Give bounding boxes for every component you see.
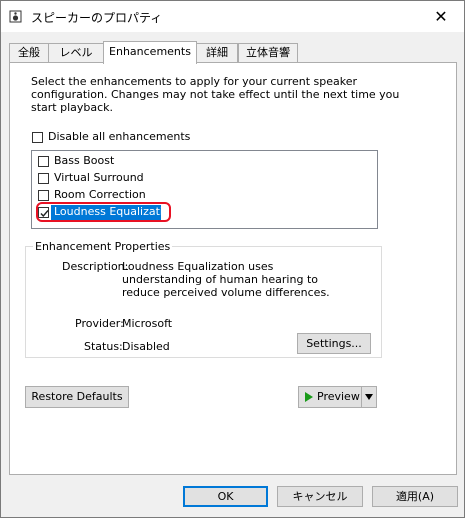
chevron-down-icon — [365, 394, 373, 400]
room-correction-checkbox[interactable] — [38, 190, 49, 201]
tab-spatial-sound[interactable]: 立体音響 — [238, 43, 298, 62]
status-value: Disabled — [122, 340, 170, 353]
play-icon — [305, 392, 313, 402]
ok-button[interactable]: OK — [183, 486, 268, 507]
preview-button[interactable]: Preview — [298, 386, 362, 408]
tab-general[interactable]: 全般 — [9, 43, 49, 62]
virtual-surround-checkbox[interactable] — [38, 173, 49, 184]
preview-dropdown-button[interactable] — [361, 386, 377, 408]
apply-button[interactable]: 適用(A) — [372, 486, 458, 507]
tab-enhancements[interactable]: Enhancements — [103, 41, 197, 64]
close-button[interactable]: ✕ — [418, 1, 464, 32]
bass-boost-checkbox[interactable] — [38, 156, 49, 167]
speaker-icon — [9, 10, 22, 23]
description-value: Loudness Equalization uses understanding… — [122, 260, 330, 299]
enhancements-panel: Select the enhancements to apply for you… — [9, 62, 457, 475]
disable-all-label[interactable]: Disable all enhancements — [48, 130, 190, 143]
tab-strip: 全般 レベル Enhancements 詳細 立体音響 — [9, 41, 458, 64]
list-item-bass-boost[interactable]: Bass Boost — [54, 154, 114, 167]
restore-defaults-button[interactable]: Restore Defaults — [25, 386, 129, 408]
provider-label: Provider: — [75, 317, 124, 330]
cancel-button[interactable]: キャンセル — [277, 486, 363, 507]
window-title: スピーカーのプロパティ — [31, 11, 163, 25]
disable-all-checkbox[interactable] — [32, 132, 43, 143]
tab-advanced[interactable]: 詳細 — [196, 43, 238, 62]
status-label: Status: — [84, 340, 123, 353]
enhancements-list[interactable]: Bass Boost Virtual Surround Room Correct… — [31, 150, 378, 229]
provider-value: Microsoft — [122, 317, 173, 330]
annotation-highlight-ring — [36, 202, 171, 222]
enhancements-description: Select the enhancements to apply for you… — [31, 75, 400, 114]
list-item-room-correction[interactable]: Room Correction — [54, 188, 146, 201]
properties-window: スピーカーのプロパティ ✕ 全般 レベル Enhancements 詳細 立体音… — [0, 0, 465, 518]
tab-levels[interactable]: レベル — [48, 43, 104, 62]
list-item-virtual-surround[interactable]: Virtual Surround — [54, 171, 144, 184]
title-bar[interactable]: スピーカーのプロパティ ✕ — [1, 1, 464, 32]
settings-button[interactable]: Settings... — [297, 333, 371, 354]
close-icon: ✕ — [434, 7, 448, 26]
description-label: Description: — [62, 260, 129, 273]
group-title: Enhancement Properties — [33, 240, 173, 253]
